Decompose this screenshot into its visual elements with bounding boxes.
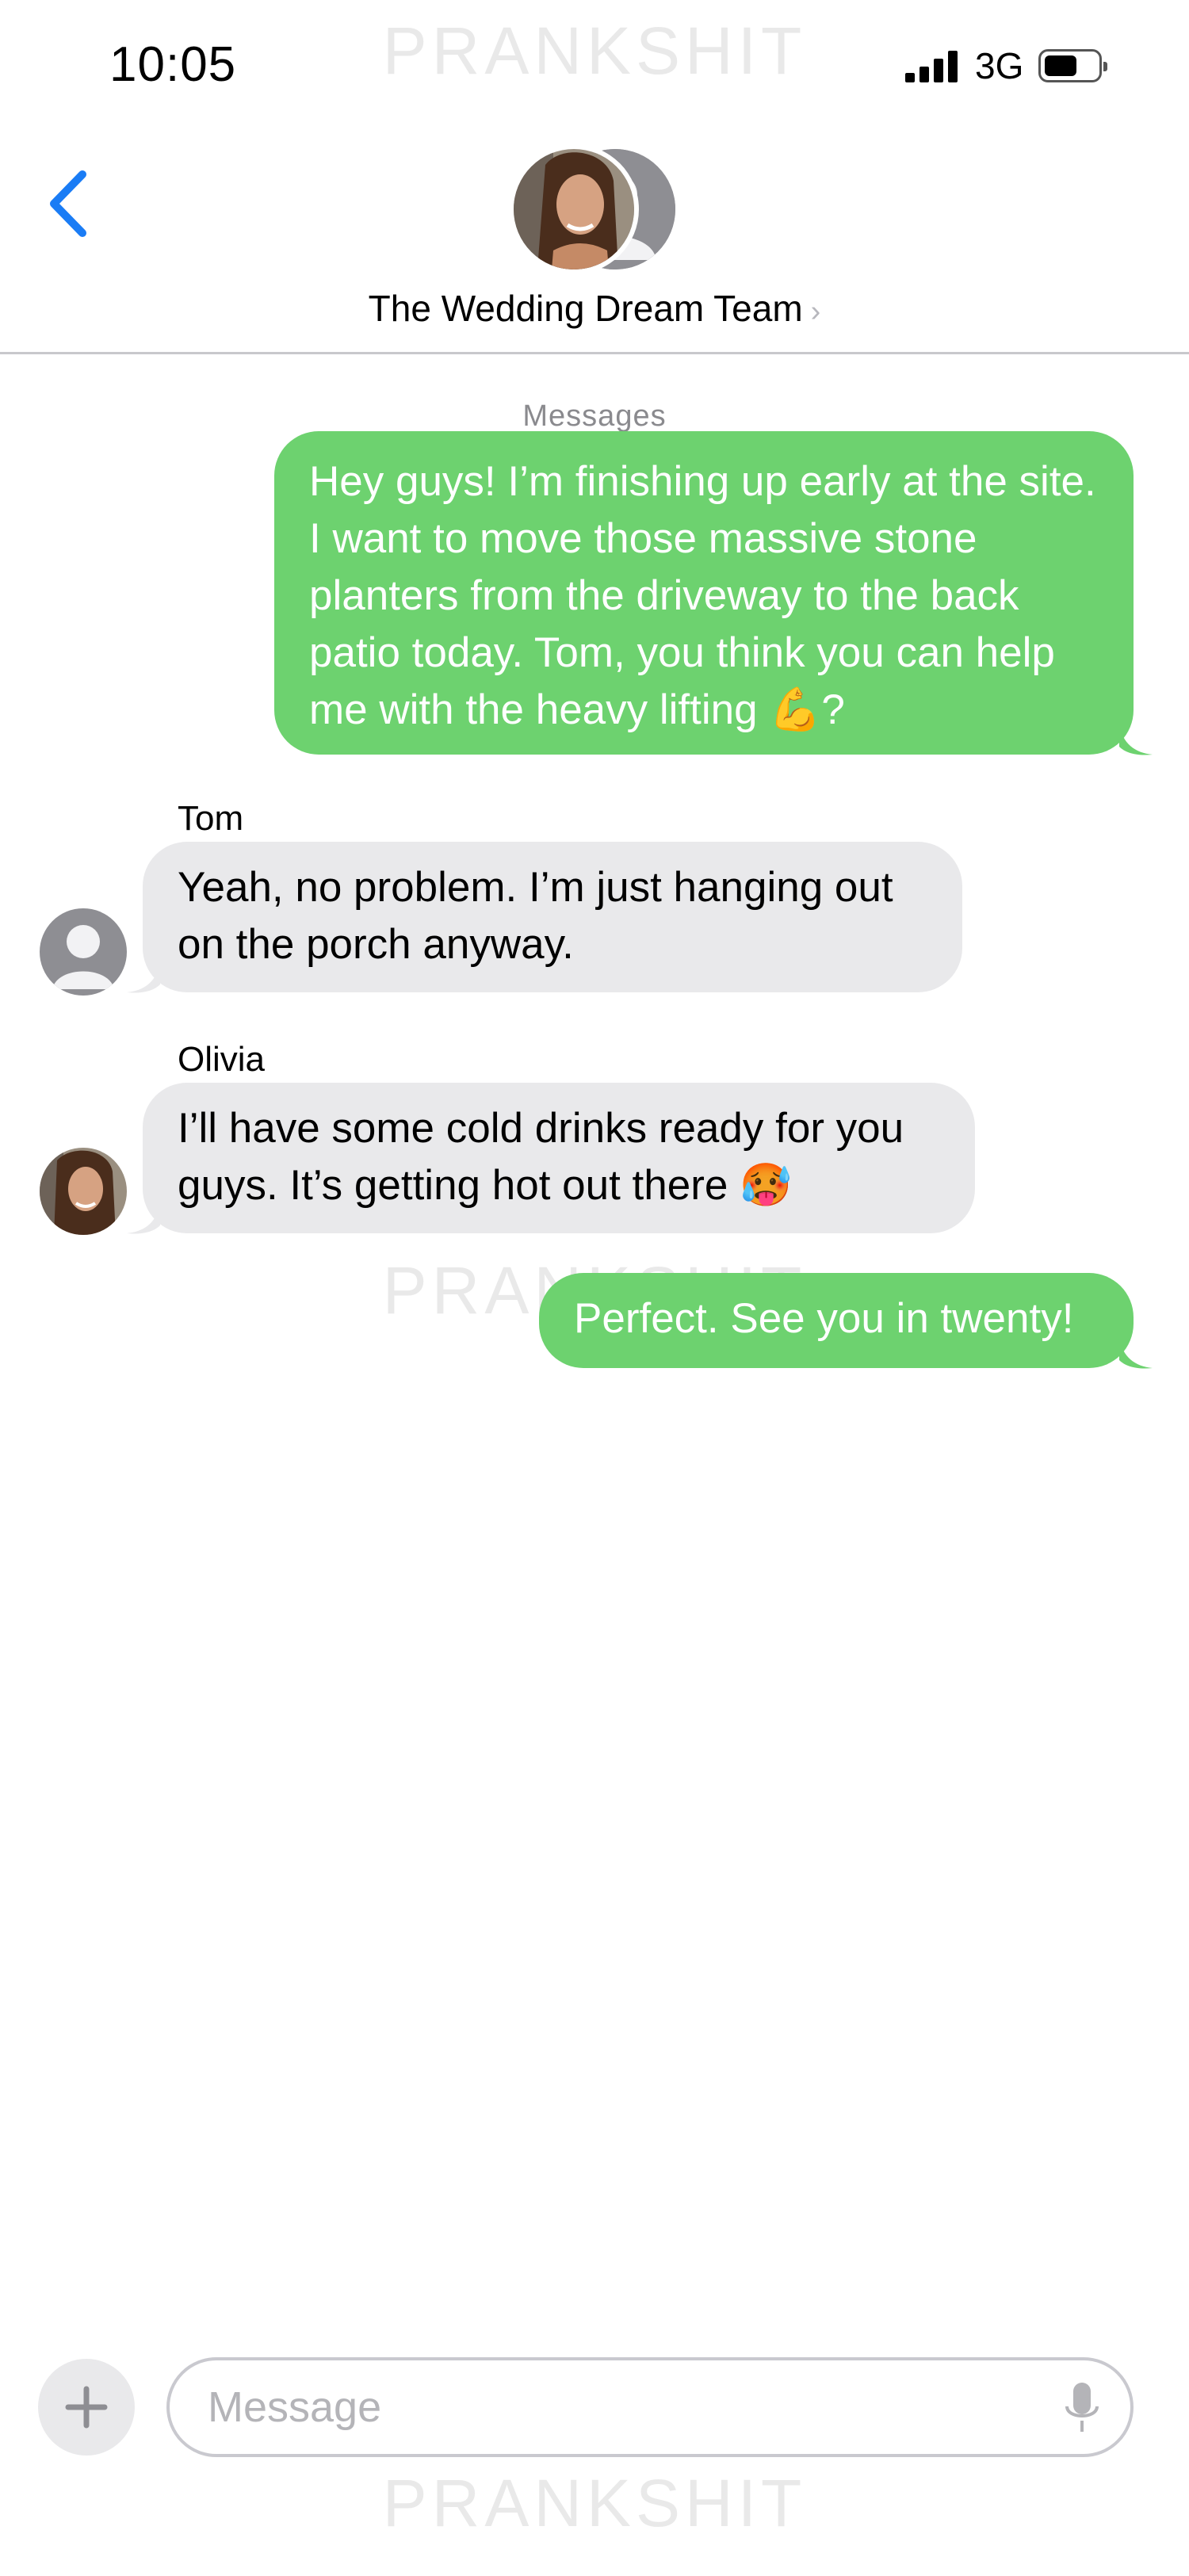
signal-bars-icon (905, 51, 961, 82)
status-time: 10:05 (109, 37, 237, 92)
network-type: 3G (975, 45, 1024, 86)
header-divider (0, 352, 1189, 354)
outgoing-message-bubble[interactable]: Perfect. See you in twenty! (539, 1273, 1134, 1368)
back-chevron-icon[interactable] (44, 168, 92, 239)
message-text: Perfect. See you in twenty! (574, 1295, 1074, 1342)
sender-name: Tom (178, 799, 244, 838)
contact-avatar-olivia[interactable] (40, 1148, 127, 1235)
message-text: I’ll have some cold drinks ready for you… (178, 1105, 904, 1209)
battery-icon (1038, 49, 1107, 82)
incoming-message-bubble[interactable]: I’ll have some cold drinks ready for you… (143, 1083, 975, 1233)
contact-avatar-tom[interactable] (40, 908, 127, 996)
outgoing-message-bubble[interactable]: Hey guys! I’m finishing up early at the … (274, 431, 1134, 755)
watermark: PRANKSHIT (382, 2466, 807, 2540)
sender-name: Olivia (178, 1040, 266, 1079)
chevron-right-icon: › (810, 295, 821, 328)
incoming-message-bubble[interactable]: Yeah, no problem. I’m just hanging out o… (143, 842, 962, 992)
bubble-tail (1119, 1338, 1153, 1369)
group-name[interactable]: The Wedding Dream Team › (0, 287, 1189, 330)
service-label: Messages (522, 399, 667, 433)
bubble-tail (1119, 724, 1153, 755)
message-text: Hey guys! I’m finishing up early at the … (309, 458, 1096, 733)
add-attachment-button[interactable] (38, 2359, 135, 2456)
message-text: Yeah, no problem. I’m just hanging out o… (178, 864, 893, 968)
microphone-icon[interactable] (1062, 2381, 1102, 2436)
group-avatar-photo[interactable] (514, 149, 634, 269)
message-compose-field[interactable] (166, 2357, 1134, 2457)
message-input[interactable] (208, 2379, 1000, 2435)
plus-icon (65, 2386, 108, 2429)
